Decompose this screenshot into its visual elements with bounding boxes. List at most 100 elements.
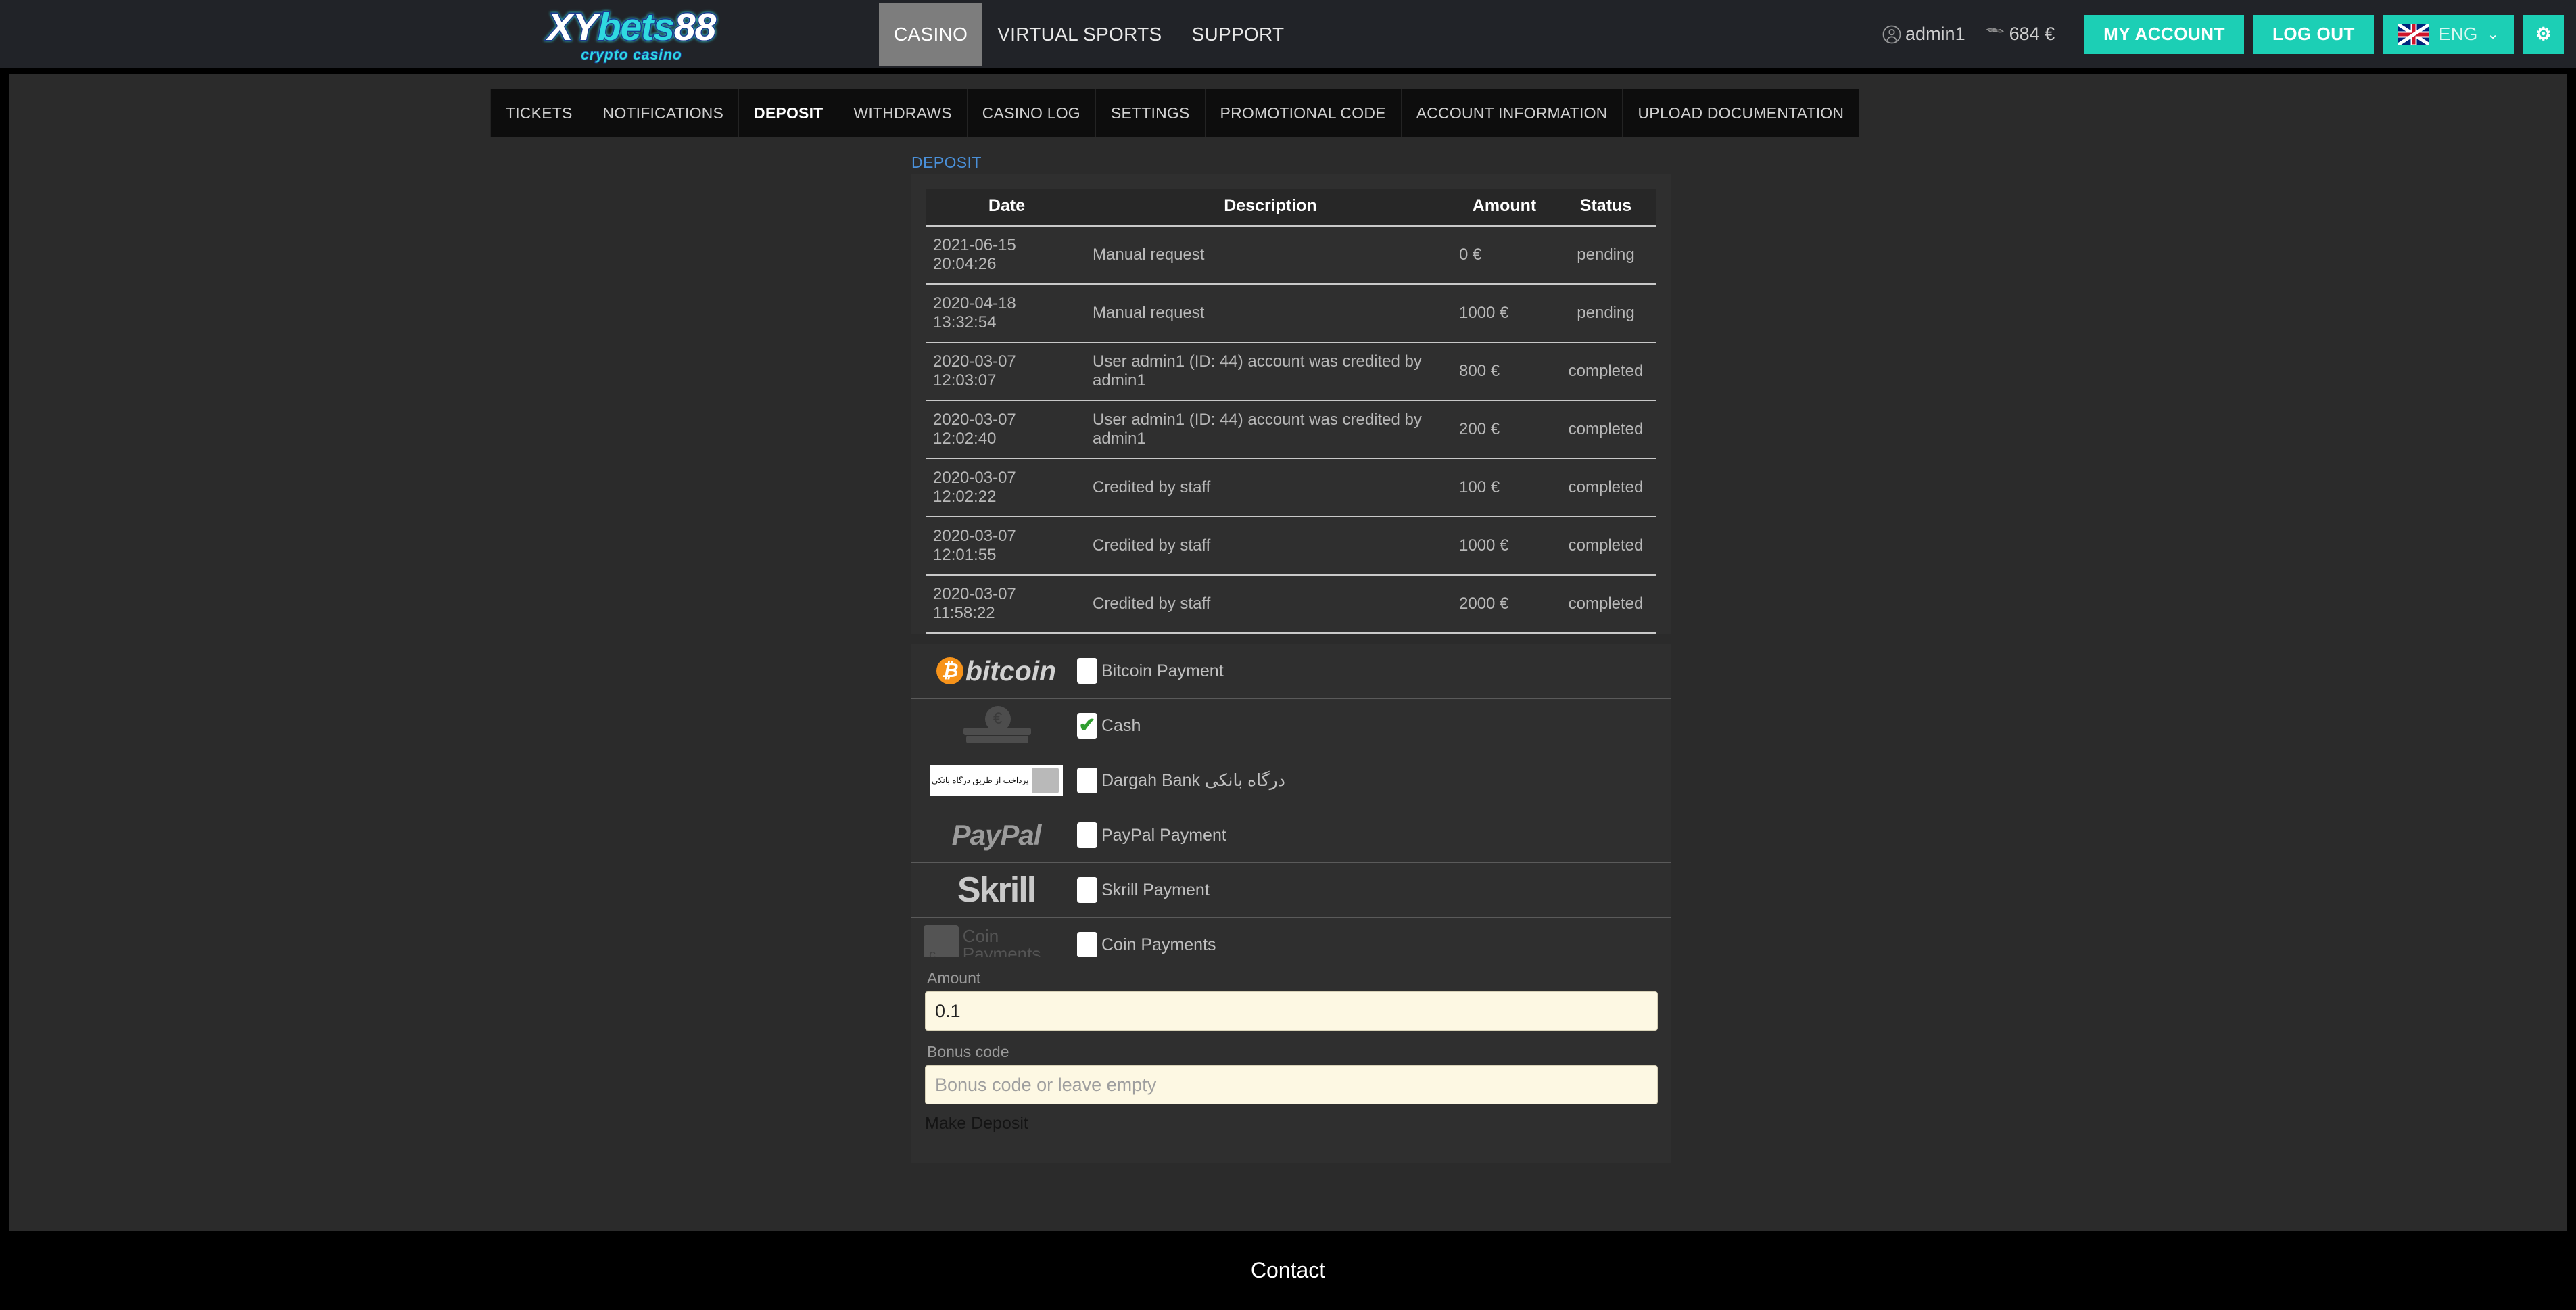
dargah-logo-text: پرداخت از طریق درگاه بانکی (932, 776, 1029, 785)
cell-date: 2020-03-07 12:02:40 (926, 400, 1087, 459)
nav-item-support[interactable]: SUPPORT (1176, 3, 1299, 66)
payment-method-bitcoin[interactable]: ₿bitcoin Bitcoin Payment (911, 644, 1671, 699)
user-icon (1882, 24, 1902, 45)
cell-status: completed (1555, 342, 1656, 400)
cell-amount: 800 € (1454, 342, 1555, 400)
column-header-description[interactable]: Description (1087, 189, 1454, 226)
amount-label: Amount (927, 969, 1658, 987)
page-root: XYbets88 crypto casino CASINO VIRTUAL SP… (0, 0, 2576, 1310)
table-row: 2020-03-07 12:03:07User admin1 (ID: 44) … (926, 342, 1656, 400)
payment-label-paypal: PayPal Payment (1101, 826, 1226, 845)
paypal-logo-icon: PayPal (924, 812, 1069, 859)
bonus-code-input[interactable] (925, 1065, 1658, 1104)
page-title: DEPOSIT (911, 154, 982, 172)
money-icon (1986, 24, 2006, 45)
log-out-button[interactable]: LOG OUT (2253, 15, 2374, 54)
cell-date: 2020-03-07 12:03:07 (926, 342, 1087, 400)
table-row: 2020-03-07 12:02:22Credited by staff100 … (926, 459, 1656, 517)
checkbox-skrill[interactable] (1077, 877, 1097, 903)
account-username[interactable]: admin1 (1882, 24, 1965, 45)
checkbox-cash[interactable]: ✔ (1077, 713, 1097, 739)
table-row: 2021-06-15 20:04:26Manual request0 €pend… (926, 226, 1656, 284)
table-header-row: Date Description Amount Status (926, 189, 1656, 226)
cell-description: User admin1 (ID: 44) account was credite… (1087, 400, 1454, 459)
dargah-bank-logo-icon: پرداخت از طریق درگاه بانکی (924, 757, 1069, 804)
tab-upload-documentation[interactable]: UPLOAD DOCUMENTATION (1623, 89, 1859, 137)
paypal-logo-text: PayPal (952, 819, 1041, 851)
settings-button[interactable]: ⚙ (2523, 15, 2564, 54)
skrill-logo-icon: Skrill (924, 866, 1069, 914)
cell-description: Manual request (1087, 284, 1454, 342)
cell-date: 2020-03-07 12:01:55 (926, 517, 1087, 575)
site-logo[interactable]: XYbets88 crypto casino (504, 5, 759, 65)
cell-date: 2021-06-15 20:04:26 (926, 226, 1087, 284)
tab-casino-log[interactable]: CASINO LOG (968, 89, 1096, 137)
checkbox-coinpayments[interactable] (1077, 932, 1097, 958)
checkbox-bitcoin[interactable] (1077, 658, 1097, 684)
footer-contact-link[interactable]: Contact (1251, 1258, 1325, 1283)
payment-label-skrill: Skrill Payment (1101, 881, 1210, 900)
column-header-date[interactable]: Date (926, 189, 1087, 226)
table-row: 2020-04-18 13:32:54Manual request1000 €p… (926, 284, 1656, 342)
nav-item-virtual-sports[interactable]: VIRTUAL SPORTS (982, 3, 1176, 66)
cash-logo-icon: € (924, 702, 1069, 749)
amount-field-group: Amount (911, 957, 1671, 1031)
cell-description: Manual request (1087, 226, 1454, 284)
bonus-field-group: Bonus code (911, 1031, 1671, 1104)
username-label: admin1 (1905, 24, 1965, 45)
my-account-button[interactable]: MY ACCOUNT (2084, 15, 2244, 54)
cell-description: Credited by staff (1087, 459, 1454, 517)
balance-label: 684 € (2009, 24, 2055, 45)
checkbox-paypal[interactable] (1077, 822, 1097, 848)
payment-label-dargah: Dargah Bank درگاه بانکی (1101, 770, 1285, 791)
cell-date: 2020-04-18 13:32:54 (926, 284, 1087, 342)
bitcoin-mark-icon: ₿ (936, 657, 963, 684)
tab-deposit[interactable]: DEPOSIT (739, 89, 838, 137)
bitcoin-logo-icon: ₿bitcoin (924, 647, 1069, 695)
logo-part-88: 88 (674, 5, 715, 49)
site-footer: Contact (0, 1231, 2576, 1310)
account-bar: admin1 684 € MY ACCOUNT LOG OUT ENG ⌄ ⚙ (1882, 0, 2564, 68)
cell-description: Credited by staff (1087, 575, 1454, 633)
site-header: XYbets88 crypto casino CASINO VIRTUAL SP… (0, 0, 2576, 68)
tab-notifications[interactable]: NOTIFICATIONS (588, 89, 740, 137)
cell-amount: 1000 € (1454, 517, 1555, 575)
language-label: ENG (2439, 24, 2478, 45)
payment-method-dargah[interactable]: پرداخت از طریق درگاه بانکی Dargah Bank د… (911, 753, 1671, 808)
main-navigation: CASINO VIRTUAL SPORTS SUPPORT (879, 0, 1299, 68)
tab-promotional-code[interactable]: PROMOTIONAL CODE (1206, 89, 1402, 137)
tab-tickets[interactable]: TICKETS (490, 89, 588, 137)
cell-status: pending (1555, 226, 1656, 284)
cell-date: 2020-03-07 11:58:22 (926, 575, 1087, 633)
payment-label-bitcoin: Bitcoin Payment (1101, 661, 1224, 681)
payment-method-cash[interactable]: € ✔ Cash (911, 699, 1671, 753)
payment-method-paypal[interactable]: PayPal PayPal Payment (911, 808, 1671, 863)
logo-wordmark: XYbets88 (548, 8, 716, 47)
cell-description: Credited by staff (1087, 517, 1454, 575)
language-selector[interactable]: ENG ⌄ (2383, 15, 2514, 54)
logo-part-bets: bets (598, 5, 674, 49)
payment-label-cash: Cash (1101, 716, 1141, 736)
checkbox-dargah[interactable] (1077, 768, 1097, 793)
cell-amount: 2000 € (1454, 575, 1555, 633)
logo-tagline: crypto casino (581, 48, 682, 62)
tab-settings[interactable]: SETTINGS (1096, 89, 1206, 137)
make-deposit-button[interactable]: Make Deposit (925, 1114, 1028, 1133)
dargah-logo-image (1032, 768, 1059, 793)
tab-withdraws[interactable]: WITHDRAWS (838, 89, 967, 137)
cell-status: completed (1555, 459, 1656, 517)
cell-status: completed (1555, 517, 1656, 575)
payment-method-skrill[interactable]: Skrill Skrill Payment (911, 863, 1671, 918)
cell-description: User admin1 (ID: 44) account was credite… (1087, 342, 1454, 400)
tab-account-information[interactable]: ACCOUNT INFORMATION (1402, 89, 1623, 137)
cell-amount: 1000 € (1454, 284, 1555, 342)
cell-amount: 100 € (1454, 459, 1555, 517)
cell-date: 2020-03-07 12:02:22 (926, 459, 1087, 517)
column-header-status[interactable]: Status (1555, 189, 1656, 226)
bitcoin-logo-text: bitcoin (965, 655, 1056, 687)
column-header-amount[interactable]: Amount (1454, 189, 1555, 226)
amount-input[interactable] (925, 991, 1658, 1031)
logo-part-xy: XY (548, 5, 598, 49)
table-row: 2020-03-07 12:02:40User admin1 (ID: 44) … (926, 400, 1656, 459)
nav-item-casino[interactable]: CASINO (879, 3, 982, 66)
